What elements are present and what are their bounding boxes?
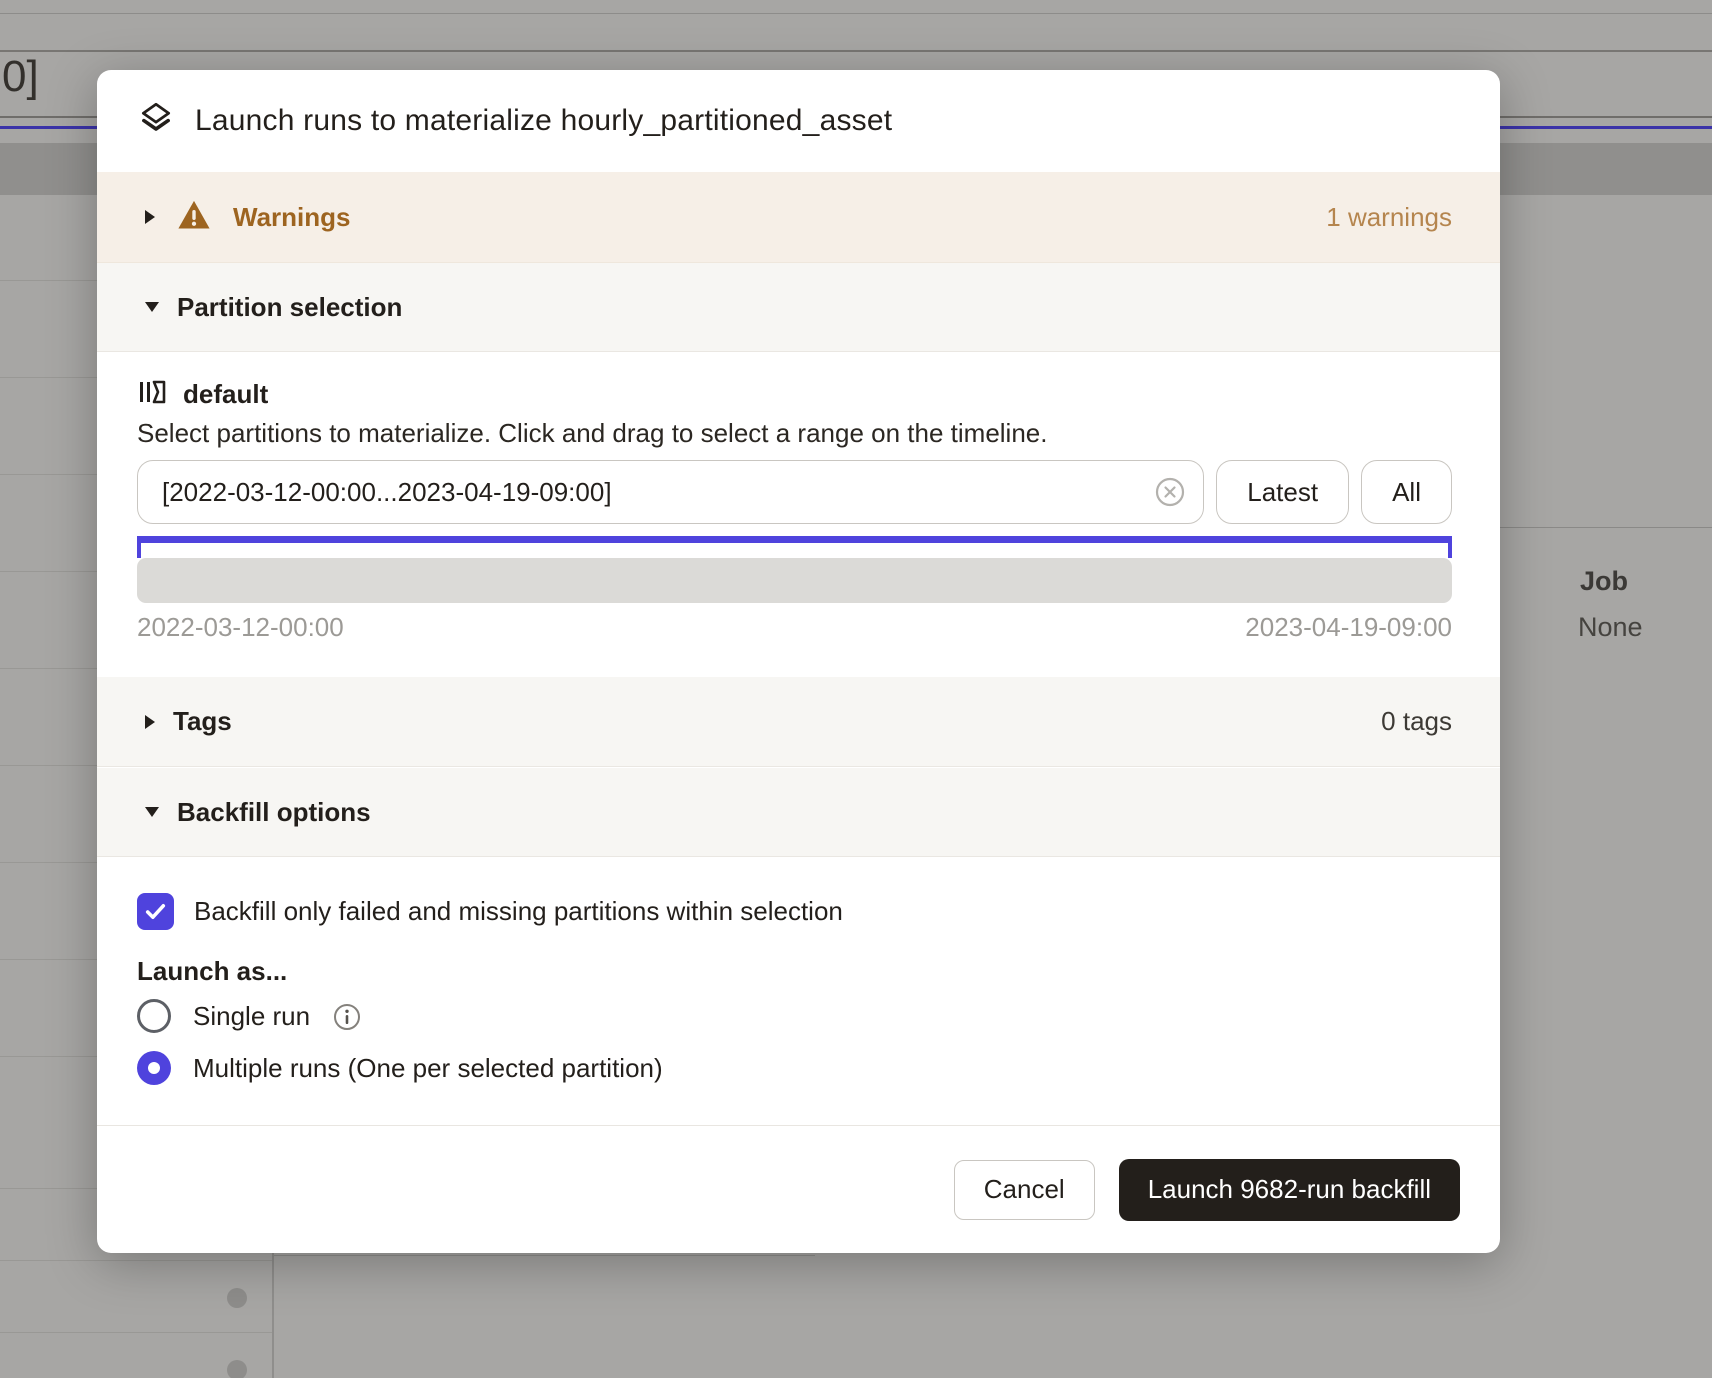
background-row-divider: [0, 1332, 273, 1333]
partition-range-input-wrap: [137, 460, 1204, 524]
tags-title: Tags: [173, 706, 232, 737]
partition-set-icon: [137, 377, 167, 412]
background-row-divider: [0, 1056, 100, 1057]
single-run-option[interactable]: Single run: [137, 999, 1452, 1033]
backfill-options-section-header[interactable]: Backfill options: [97, 767, 1500, 857]
background-row-divider: [0, 571, 100, 572]
backfill-only-failed-label: Backfill only failed and missing partiti…: [194, 896, 843, 927]
background-toolbar-divider: [0, 50, 1712, 52]
backfill-only-failed-row[interactable]: Backfill only failed and missing partiti…: [137, 893, 1452, 930]
partition-selection-title: Partition selection: [177, 292, 402, 323]
partition-selection-section-header[interactable]: Partition selection: [97, 263, 1500, 352]
background-row-divider: [0, 474, 100, 475]
clear-selection-icon[interactable]: [1154, 476, 1186, 508]
background-row-divider: [0, 668, 100, 669]
background-row-divider: [0, 765, 100, 766]
multiple-runs-label: Multiple runs (One per selected partitio…: [193, 1053, 663, 1084]
background-top-divider: [0, 13, 1712, 14]
background-row-divider: [0, 1260, 273, 1261]
background-job-column-header: Job: [1580, 566, 1628, 597]
chevron-down-icon: [145, 807, 159, 817]
partition-timeline[interactable]: 2022-03-12-00:00 2023-04-19-09:00: [137, 536, 1452, 642]
launch-as-label: Launch as...: [137, 956, 1452, 984]
single-run-label: Single run: [193, 1001, 310, 1032]
background-status-dot: [227, 1288, 247, 1308]
tags-section-header[interactable]: Tags 0 tags: [97, 677, 1500, 767]
backfill-options-title: Backfill options: [177, 797, 371, 828]
materialize-layers-icon: [137, 100, 175, 143]
warnings-label: Warnings: [233, 202, 350, 233]
cancel-button[interactable]: Cancel: [954, 1160, 1095, 1220]
background-row-divider: [1500, 527, 1712, 528]
launch-backfill-dialog: Launch runs to materialize hourly_partit…: [97, 70, 1500, 1253]
backfill-options-body: Backfill only failed and missing partiti…: [97, 857, 1500, 1125]
partition-selection-body: default Select partitions to materialize…: [97, 352, 1500, 677]
background-row-divider: [0, 280, 100, 281]
tags-count: 0 tags: [1381, 706, 1452, 737]
partition-dimension-row: default: [137, 378, 1452, 410]
partition-dimension-name: default: [183, 379, 268, 410]
chevron-right-icon: [145, 210, 155, 224]
timeline-end-label: 2023-04-19-09:00: [1245, 612, 1452, 642]
info-icon[interactable]: [332, 1000, 362, 1032]
dialog-header: Launch runs to materialize hourly_partit…: [97, 70, 1500, 172]
multiple-runs-option[interactable]: Multiple runs (One per selected partitio…: [137, 1051, 1452, 1085]
background-row-divider: [0, 862, 100, 863]
timeline-start-label: 2022-03-12-00:00: [137, 612, 344, 642]
timeline-track[interactable]: [137, 558, 1452, 603]
dialog-footer: Cancel Launch 9682-run backfill: [97, 1125, 1500, 1253]
warnings-count: 1 warnings: [1326, 202, 1452, 233]
background-row-divider: [0, 959, 100, 960]
backfill-only-failed-checkbox[interactable]: [137, 893, 174, 930]
warning-triangle-icon: [177, 199, 211, 236]
background-row-divider: [0, 377, 100, 378]
partition-range-input[interactable]: [137, 460, 1204, 524]
chevron-right-icon: [145, 715, 155, 729]
partition-range-row: Latest All: [137, 460, 1452, 524]
dialog-title: Launch runs to materialize hourly_partit…: [195, 104, 892, 138]
latest-button[interactable]: Latest: [1216, 460, 1349, 524]
partition-selection-description: Select partitions to materialize. Click …: [137, 418, 1452, 448]
background-partial-input-text: 0]: [2, 52, 39, 102]
warnings-section-header[interactable]: Warnings 1 warnings: [97, 172, 1500, 263]
launch-backfill-button[interactable]: Launch 9682-run backfill: [1119, 1159, 1460, 1221]
multiple-runs-radio[interactable]: [137, 1051, 171, 1085]
background-status-dot: [227, 1360, 247, 1378]
single-run-radio[interactable]: [137, 999, 171, 1033]
all-button[interactable]: All: [1361, 460, 1452, 524]
timeline-selected-range[interactable]: [137, 536, 1452, 543]
timeline-date-labels: 2022-03-12-00:00 2023-04-19-09:00: [137, 612, 1452, 642]
chevron-down-icon: [145, 302, 159, 312]
background-panel-divider: [272, 1255, 815, 1256]
background-job-value: None: [1578, 612, 1643, 643]
